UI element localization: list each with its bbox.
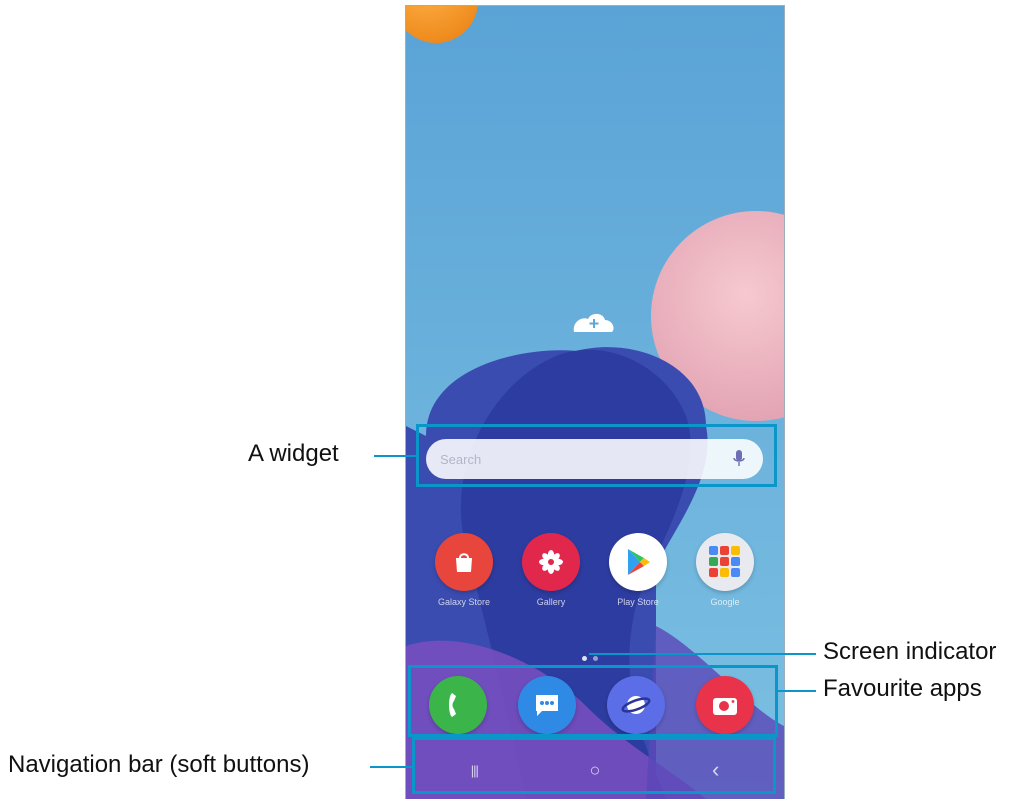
- screen-indicator-callout-label: Screen indicator: [823, 638, 997, 665]
- app-label: Galaxy Store: [437, 597, 491, 607]
- widget-leader-line: [374, 455, 416, 457]
- page-dot: [593, 656, 598, 661]
- favourite-apps-highlight-box: [408, 665, 778, 737]
- app-folder[interactable]: Google: [694, 533, 756, 607]
- page-dot: [582, 656, 587, 661]
- app-galaxy-store[interactable]: Galaxy Store: [433, 533, 495, 607]
- navigation-bar-leader-line: [370, 766, 412, 768]
- flower-icon: [522, 533, 580, 591]
- navigation-bar-callout-label: Navigation bar (soft buttons): [8, 751, 310, 778]
- folder-icon: [696, 533, 754, 591]
- widget-callout-label: A widget: [248, 440, 339, 467]
- page-indicator: [582, 656, 598, 661]
- favourite-apps-callout-label: Favourite apps: [823, 675, 982, 702]
- app-play-store[interactable]: Play Store: [607, 533, 669, 607]
- widget-highlight-box: [416, 424, 777, 487]
- navigation-bar-highlight-box: [412, 737, 776, 794]
- shopping-bag-icon: [435, 533, 493, 591]
- app-label: Play Store: [617, 597, 659, 607]
- app-label: Google: [710, 597, 740, 607]
- screen-indicator-leader-line: [589, 653, 816, 655]
- play-triangle-icon: [609, 533, 667, 591]
- favourite-apps-leader-line: [778, 690, 816, 692]
- app-gallery[interactable]: Gallery: [520, 533, 582, 607]
- app-label: Gallery: [536, 597, 566, 607]
